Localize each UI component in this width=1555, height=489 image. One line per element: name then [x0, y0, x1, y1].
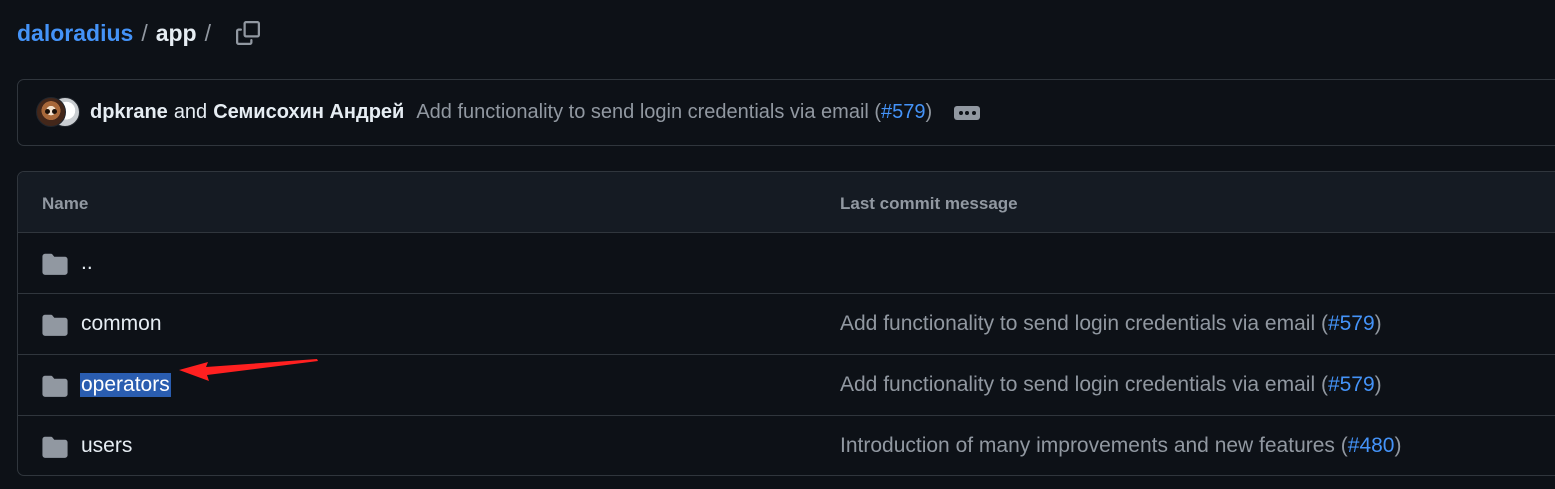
row-name-link[interactable]: users — [81, 434, 132, 458]
commit-message-text[interactable]: Add functionality to send login credenti… — [416, 101, 881, 123]
commit-author-conjunction: and — [173, 101, 208, 123]
row-commit-suffix: ) — [1374, 312, 1382, 335]
table-row-common[interactable]: common Add functionality to send login c… — [18, 294, 1555, 355]
column-header-last-commit: Last commit message — [840, 194, 1018, 213]
row-name-link[interactable]: common — [81, 312, 162, 336]
row-commit-message: Add functionality to send login credenti… — [840, 373, 1382, 397]
folder-icon — [42, 375, 68, 397]
row-commit-suffix: ) — [1374, 373, 1382, 396]
breadcrumb-current-directory: app — [155, 19, 197, 46]
ellipsis-icon-dot — [971, 110, 976, 115]
row-commit-text[interactable]: Add functionality to send login credenti… — [840, 373, 1328, 396]
ellipsis-icon-dot — [958, 110, 963, 115]
row-commit-message: Introduction of many improvements and ne… — [840, 434, 1401, 458]
copy-path-button[interactable] — [233, 18, 263, 48]
folder-icon — [42, 253, 68, 275]
row-name-link-selected[interactable]: operators — [80, 373, 171, 397]
commit-more-button[interactable] — [954, 105, 981, 120]
breadcrumb: daloradius / app / — [17, 14, 263, 52]
breadcrumb-trailing-separator: / — [204, 19, 211, 46]
avatar-primary[interactable] — [36, 96, 66, 127]
column-header-name: Name — [42, 194, 89, 213]
commit-message-suffix: ) — [925, 101, 933, 123]
breadcrumb-repo-link[interactable]: daloradius — [17, 20, 133, 47]
file-table: Name Last commit message .. common Add f… — [17, 171, 1555, 476]
folder-icon — [42, 314, 68, 336]
table-row-operators[interactable]: operators Add functionality to send logi… — [18, 355, 1555, 416]
row-pr-link[interactable]: #480 — [1348, 434, 1395, 457]
row-commit-suffix: ) — [1394, 434, 1402, 457]
commit-pr-link[interactable]: #579 — [881, 101, 926, 123]
table-header: Name Last commit message — [18, 172, 1555, 233]
commit-message[interactable]: Add functionality to send login credenti… — [416, 101, 932, 124]
row-name-link[interactable]: .. — [81, 251, 93, 275]
copy-icon — [235, 21, 260, 45]
row-commit-text[interactable]: Introduction of many improvements and ne… — [840, 434, 1348, 457]
row-commit-text[interactable]: Add functionality to send login credenti… — [840, 312, 1328, 335]
commit-author-secondary[interactable]: Семисохин Андрей — [213, 101, 404, 124]
commit-avatars[interactable] — [36, 96, 82, 129]
row-pr-link[interactable]: #579 — [1328, 373, 1375, 396]
folder-icon — [42, 436, 68, 458]
latest-commit-box: dpkrane and Семисохин Андрей Add functio… — [17, 79, 1555, 146]
row-commit-message: Add functionality to send login credenti… — [840, 312, 1382, 336]
ellipsis-icon-dot — [965, 110, 970, 115]
commit-author-primary[interactable]: dpkrane — [90, 101, 168, 124]
table-row-users[interactable]: users Introduction of many improvements … — [18, 416, 1555, 475]
breadcrumb-separator: / — [141, 19, 148, 46]
table-row-parent-directory[interactable]: .. — [18, 233, 1555, 294]
row-pr-link[interactable]: #579 — [1328, 312, 1375, 335]
